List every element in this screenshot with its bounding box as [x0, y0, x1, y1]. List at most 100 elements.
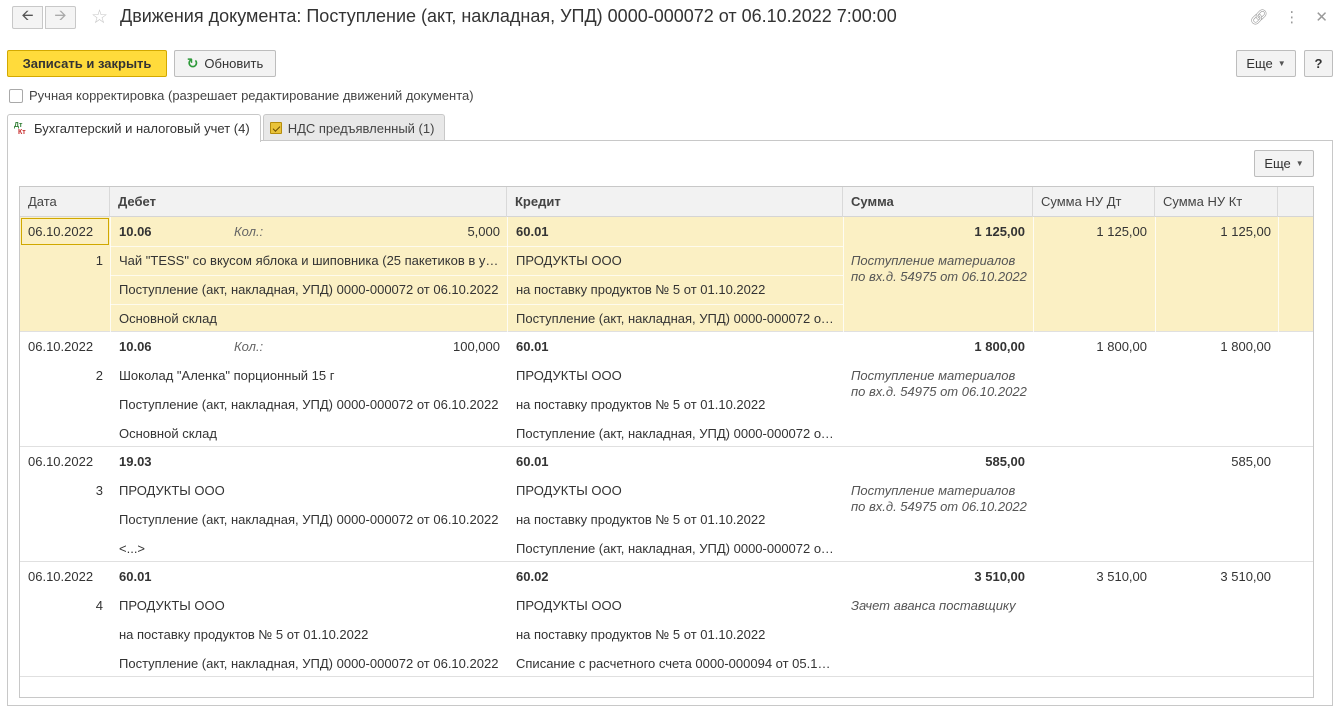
- help-button[interactable]: ?: [1304, 50, 1333, 77]
- nu-kt-cell[interactable]: 585,00: [1162, 447, 1271, 476]
- tab-label: НДС предъявленный (1): [287, 120, 435, 136]
- debit-subconto-cell[interactable]: ПРОДУКТЫ ООО: [119, 476, 501, 505]
- star-icon[interactable]: ☆: [91, 6, 108, 29]
- credit-subconto-cell[interactable]: Поступление (акт, накладная, УПД) 0000-0…: [516, 419, 836, 448]
- row-number-cell[interactable]: 1: [28, 246, 103, 275]
- caret-down-icon: ▼: [1295, 159, 1304, 168]
- entries-table[interactable]: Дата Дебет Кредит Сумма Сумма НУ Дт Сумм…: [19, 186, 1314, 698]
- content-cell[interactable]: Поступление материалов по вх.д. 54975 от…: [851, 368, 1029, 400]
- credit-subconto-cell[interactable]: на поставку продуктов № 5 от 01.10.2022: [516, 390, 836, 419]
- date-cell[interactable]: 06.10.2022: [28, 217, 108, 246]
- column-header-amount[interactable]: Сумма: [843, 187, 1033, 217]
- row-number-cell[interactable]: 4: [28, 591, 103, 620]
- credit-subconto-cell[interactable]: ПРОДУКТЫ ООО: [516, 476, 836, 505]
- tab-bar: Дт Кт Бухгалтерский и налоговый учет (4) …: [7, 114, 446, 142]
- forward-button[interactable]: 🡪: [45, 6, 76, 29]
- credit-account-cell[interactable]: 60.02: [516, 562, 616, 591]
- column-header-debit[interactable]: Дебет: [110, 187, 507, 217]
- amount-cell[interactable]: 1 125,00: [850, 217, 1025, 246]
- debit-subconto-cell[interactable]: Поступление (акт, накладная, УПД) 0000-0…: [119, 390, 501, 419]
- link-icon[interactable]: 🔗︎: [1249, 8, 1268, 26]
- column-header-date[interactable]: Дата: [20, 187, 110, 217]
- credit-subconto-cell[interactable]: на поставку продуктов № 5 от 01.10.2022: [516, 620, 836, 649]
- debit-subconto-cell[interactable]: Чай "TESS" со вкусом яблока и шиповника …: [119, 246, 501, 275]
- back-button[interactable]: 🡨: [12, 6, 43, 29]
- quantity-cell[interactable]: 100,000: [320, 332, 500, 361]
- column-header-nu-kt[interactable]: Сумма НУ Кт: [1155, 187, 1278, 217]
- nu-dt-cell[interactable]: [1040, 447, 1147, 476]
- credit-subconto-cell[interactable]: ПРОДУКТЫ ООО: [516, 591, 836, 620]
- credit-subconto-cell[interactable]: Поступление (акт, накладная, УПД) 0000-0…: [516, 534, 836, 563]
- register-icon: [269, 122, 282, 134]
- table-row[interactable]: 06.10.2022 2 10.06 Кол.: 100,000 Шоколад "Але…: [20, 332, 1313, 447]
- debit-account-cell[interactable]: 60.01: [119, 562, 219, 591]
- column-header-nu-dt[interactable]: Сумма НУ Дт: [1033, 187, 1155, 217]
- row-number-cell[interactable]: 3: [28, 476, 103, 505]
- date-cell[interactable]: 06.10.2022: [28, 562, 108, 591]
- column-separator: [1155, 217, 1156, 332]
- tab-vat[interactable]: НДС предъявленный (1): [262, 114, 446, 141]
- nu-kt-cell[interactable]: 1 800,00: [1162, 332, 1271, 361]
- table-header: Дата Дебет Кредит Сумма Сумма НУ Дт Сумм…: [20, 187, 1313, 217]
- debit-subconto-cell[interactable]: Поступление (акт, накладная, УПД) 0000-0…: [119, 275, 501, 304]
- close-icon[interactable]: ✕: [1315, 8, 1328, 26]
- tab-accounting[interactable]: Дт Кт Бухгалтерский и налоговый учет (4): [7, 114, 261, 142]
- content-cell[interactable]: Зачет аванса поставщику: [851, 598, 1029, 614]
- column-header-spacer: [1278, 187, 1313, 217]
- caret-down-icon: ▼: [1277, 59, 1286, 68]
- dt-kt-icon: Дт Кт: [14, 121, 26, 136]
- credit-account-cell[interactable]: 60.01: [516, 217, 616, 246]
- debit-subconto-cell[interactable]: Основной склад: [119, 419, 501, 448]
- row-number-cell[interactable]: 2: [28, 361, 103, 390]
- refresh-button[interactable]: ↻ Обновить: [174, 50, 276, 77]
- kebab-menu-icon[interactable]: ⋮: [1284, 8, 1299, 26]
- title-bar: 🡨 🡪 ☆ Движения документа: Поступление (а…: [0, 0, 1340, 34]
- debit-account-cell[interactable]: 10.06: [119, 217, 219, 246]
- manual-correction-label[interactable]: Ручная корректировка (разрешает редактир…: [29, 88, 474, 103]
- table-row[interactable]: 06.10.2022 3 19.03 ПРОДУКТЫ ООО Поступление …: [20, 447, 1313, 562]
- credit-subconto-cell[interactable]: на поставку продуктов № 5 от 01.10.2022: [516, 505, 836, 534]
- debit-subconto-cell[interactable]: на поставку продуктов № 5 от 01.10.2022: [119, 620, 501, 649]
- amount-cell[interactable]: 585,00: [850, 447, 1025, 476]
- table-row[interactable]: 06.10.2022 1 10.06 Кол.: 5,000 Чай "TESS" со …: [20, 217, 1313, 332]
- debit-subconto-cell[interactable]: ПРОДУКТЫ ООО: [119, 591, 501, 620]
- credit-account-cell[interactable]: 60.01: [516, 332, 616, 361]
- window-title: Движения документа: Поступление (акт, на…: [120, 6, 897, 26]
- amount-cell[interactable]: 1 800,00: [850, 332, 1025, 361]
- credit-account-cell[interactable]: 60.01: [516, 447, 616, 476]
- nu-dt-cell[interactable]: 3 510,00: [1040, 562, 1147, 591]
- manual-correction-checkbox[interactable]: [9, 88, 23, 103]
- save-and-close-button[interactable]: Записать и закрыть: [7, 50, 167, 77]
- date-cell[interactable]: 06.10.2022: [28, 447, 108, 476]
- more-label: Еще: [1264, 156, 1291, 171]
- toolbar: Записать и закрыть ↻ Обновить Еще ▼ ?: [0, 50, 1340, 78]
- credit-subconto-cell[interactable]: ПРОДУКТЫ ООО: [516, 246, 836, 275]
- debit-account-cell[interactable]: 19.03: [119, 447, 219, 476]
- column-separator: [843, 217, 844, 332]
- grid-more-button[interactable]: Еще ▼: [1254, 150, 1314, 177]
- debit-subconto-cell[interactable]: Поступление (акт, накладная, УПД) 0000-0…: [119, 649, 501, 678]
- debit-account-cell[interactable]: 10.06: [119, 332, 219, 361]
- debit-subconto-cell[interactable]: Основной склад: [119, 304, 501, 333]
- refresh-icon: ↻: [186, 55, 199, 71]
- nu-dt-cell[interactable]: 1 800,00: [1040, 332, 1147, 361]
- column-header-credit[interactable]: Кредит: [507, 187, 843, 217]
- date-cell[interactable]: 06.10.2022: [28, 332, 108, 361]
- more-button[interactable]: Еще ▼: [1236, 50, 1296, 77]
- nu-kt-cell[interactable]: 1 125,00: [1162, 217, 1271, 246]
- credit-subconto-cell[interactable]: ПРОДУКТЫ ООО: [516, 361, 836, 390]
- debit-subconto-cell[interactable]: <...>: [119, 534, 501, 563]
- content-cell[interactable]: Поступление материалов по вх.д. 54975 от…: [851, 253, 1029, 285]
- credit-subconto-cell[interactable]: на поставку продуктов № 5 от 01.10.2022: [516, 275, 836, 304]
- nu-dt-cell[interactable]: 1 125,00: [1040, 217, 1147, 246]
- debit-subconto-cell[interactable]: Шоколад "Аленка" порционный 15 г: [119, 361, 501, 390]
- debit-subconto-cell[interactable]: Поступление (акт, накладная, УПД) 0000-0…: [119, 505, 501, 534]
- credit-subconto-cell[interactable]: Списание с расчетного счета 0000-000094 …: [516, 649, 836, 678]
- amount-cell[interactable]: 3 510,00: [850, 562, 1025, 591]
- nu-kt-cell[interactable]: 3 510,00: [1162, 562, 1271, 591]
- content-cell[interactable]: Поступление материалов по вх.д. 54975 от…: [851, 483, 1029, 515]
- quantity-cell[interactable]: 5,000: [320, 217, 500, 246]
- manual-correction-row: Ручная корректировка (разрешает редактир…: [9, 88, 474, 103]
- table-row[interactable]: 06.10.2022 4 60.01 ПРОДУКТЫ ООО на поставку …: [20, 562, 1313, 677]
- credit-subconto-cell[interactable]: Поступление (акт, накладная, УПД) 0000-0…: [516, 304, 836, 333]
